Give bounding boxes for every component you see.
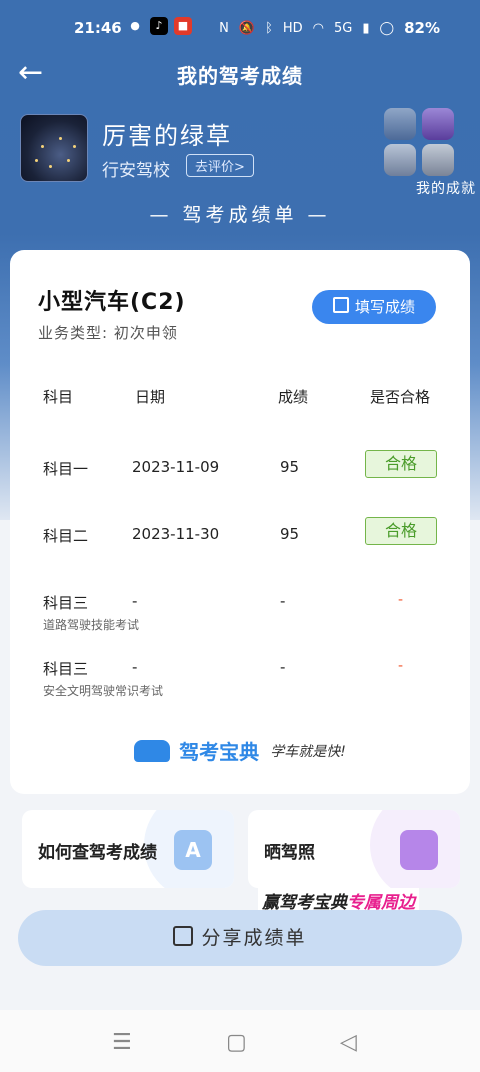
- row-subtitle: 安全文明驾驶常识考试: [43, 684, 164, 698]
- row-date: -: [132, 658, 138, 676]
- battery-level: 82%: [404, 19, 440, 37]
- badge-icon: [384, 144, 416, 176]
- home-icon[interactable]: ▢: [226, 1030, 247, 1055]
- nfc-icon: N: [219, 20, 229, 36]
- row-score: -: [280, 592, 286, 610]
- column-header-pass: 是否合格: [370, 388, 431, 406]
- wechat-icon: ●: [130, 19, 140, 32]
- status-time: 21:46: [74, 19, 122, 37]
- page-title: 我的驾考成绩: [177, 64, 303, 88]
- avatar[interactable]: [20, 114, 88, 182]
- sheet-title: — 驾考成绩单 —: [149, 204, 331, 226]
- system-nav-bar: ☰ ▢ ◁: [0, 1010, 480, 1072]
- bluetooth-icon: ᛒ: [265, 20, 273, 36]
- check-scores-tile[interactable]: 如何查驾考成绩 A: [22, 810, 234, 888]
- tiktok-icon: ♪: [150, 17, 168, 35]
- photo-icon: [400, 830, 438, 870]
- status-app-icons: ● ♪ ■: [126, 17, 192, 35]
- pass-status-pending: -: [398, 658, 404, 674]
- badge-icon: [422, 108, 454, 140]
- pass-badge: 合格: [365, 517, 437, 545]
- column-header-score: 成绩: [278, 388, 309, 406]
- mute-icon: 🔕: [238, 20, 256, 36]
- check-scores-label: 如何查驾考成绩: [38, 843, 157, 863]
- share-scorecard-button[interactable]: 分享成绩单: [18, 910, 462, 966]
- fill-scores-button[interactable]: 填写成绩: [312, 290, 436, 324]
- brand-slogan: 学车就是快!: [270, 743, 346, 760]
- status-indicators: N 🔕 ᛒ HD ◠ 5G ▮ ◯ 82%: [219, 19, 440, 37]
- wifi-icon: ◠: [312, 20, 325, 36]
- achievements-label[interactable]: 我的成就: [416, 178, 476, 198]
- badge-icon: [422, 144, 454, 176]
- row-date: 2023-11-30: [132, 525, 220, 543]
- score-card: 小型汽车(C2) 业务类型: 初次申领 填写成绩 科目 日期 成绩 是否合格 科…: [10, 250, 470, 794]
- app-notification-icon: ■: [174, 17, 192, 35]
- row-date: 2023-11-09: [132, 458, 220, 476]
- status-bar: 21:46 ● ♪ ■ N 🔕 ᛒ HD ◠ 5G ▮ ◯ 82%: [0, 0, 480, 56]
- brand-logo: 驾考宝典 学车就是快!: [10, 736, 470, 765]
- row-subject: 科目三: [43, 660, 89, 678]
- pass-status-pending: -: [398, 592, 404, 608]
- row-date: -: [132, 592, 138, 610]
- network-label: 5G: [334, 20, 353, 36]
- user-name: 厉害的绿草: [102, 122, 232, 150]
- row-subtitle: 道路驾驶技能考试: [43, 618, 140, 632]
- row-score: -: [280, 658, 286, 676]
- column-header-subject: 科目: [43, 388, 74, 406]
- row-score: 95: [280, 458, 300, 476]
- share-icon: [173, 926, 194, 946]
- pass-badge: 合格: [365, 450, 437, 478]
- hd-icon: HD: [282, 20, 303, 36]
- achievement-badges[interactable]: [380, 108, 460, 188]
- row-subject: 科目一: [43, 460, 89, 478]
- search-document-icon: A: [174, 830, 212, 870]
- back-triangle-icon[interactable]: ◁: [340, 1030, 357, 1055]
- brand-name: 驾考宝典: [179, 740, 260, 764]
- column-header-date: 日期: [135, 388, 166, 406]
- car-logo-icon: [134, 739, 171, 762]
- vehicle-type: 小型汽车(C2): [38, 290, 186, 315]
- row-subject: 科目二: [43, 527, 89, 545]
- row-score: 95: [280, 525, 300, 543]
- battery-icon: ◯: [379, 20, 395, 36]
- share-label: 分享成绩单: [201, 927, 307, 949]
- fill-scores-label: 填写成绩: [354, 298, 415, 316]
- profile-section: 厉害的绿草 行安驾校 去评价>: [20, 108, 460, 184]
- signal-icon: ▮: [362, 20, 370, 36]
- business-type: 业务类型: 初次申领: [38, 324, 178, 342]
- driving-school: 行安驾校: [102, 161, 170, 181]
- show-license-label: 晒驾照: [264, 843, 315, 863]
- badge-icon: [384, 108, 416, 140]
- show-license-tile[interactable]: 晒驾照: [248, 810, 460, 888]
- row-subject: 科目三: [43, 594, 89, 612]
- menu-icon[interactable]: ☰: [112, 1030, 132, 1055]
- edit-icon: [332, 297, 349, 313]
- nav-bar: ← 我的驾考成绩: [0, 50, 480, 96]
- review-button[interactable]: 去评价>: [186, 154, 254, 177]
